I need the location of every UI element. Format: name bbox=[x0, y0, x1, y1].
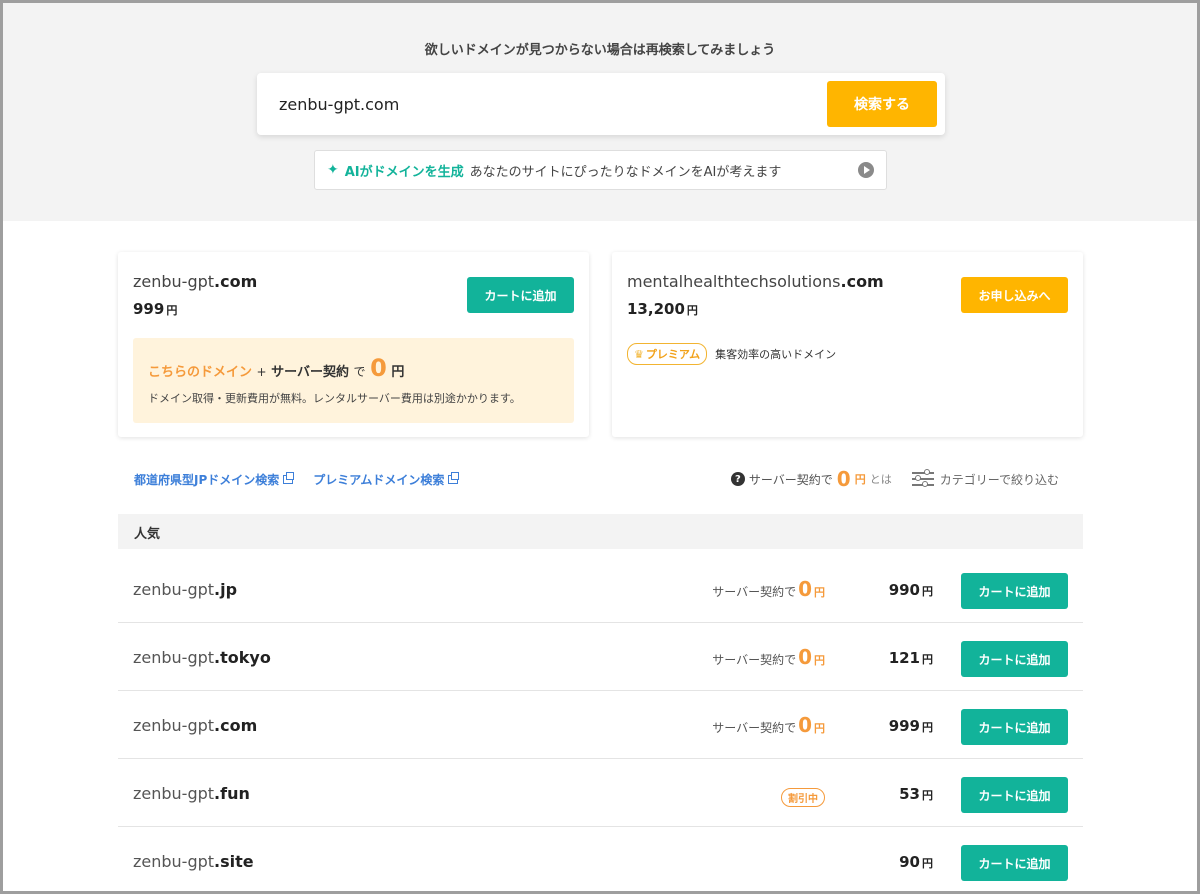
help-server-label: サーバー契約で bbox=[748, 472, 833, 487]
yen-unit: 円 bbox=[166, 304, 178, 317]
card-price: 13,200 円 bbox=[627, 300, 698, 318]
search-heading: 欲しいドメインが見つからない場合は再検索してみましょう bbox=[424, 43, 776, 58]
promo-zero: 0 bbox=[370, 354, 387, 382]
price-value: 999 bbox=[133, 300, 165, 318]
premium-info: ♛ プレミアム 集客効率の高いドメイン bbox=[627, 343, 836, 365]
price-value: 13,200 bbox=[627, 300, 685, 318]
play-circle-icon bbox=[858, 162, 874, 178]
premium-domain-search-link[interactable]: プレミアムドメイン検索 bbox=[313, 471, 460, 488]
domain-row: zenbu-gpt.fun 割引中 53 円 カートに追加 bbox=[118, 759, 1083, 827]
domain-row: zenbu-gpt.com サーバー契約で 0 円 999 円 カートに追加 bbox=[118, 691, 1083, 759]
promo-note: ドメイン取得・更新費用が無料。レンタルサーバー費用は別途かかります。 bbox=[148, 392, 521, 405]
apply-button[interactable]: お申し込みへ bbox=[961, 277, 1068, 313]
domain-row: zenbu-gpt.tokyo サーバー契約で 0 円 121 円 カートに追加 bbox=[118, 623, 1083, 691]
row-price: 990 円 bbox=[888, 581, 933, 599]
add-to-cart-button[interactable]: カートに追加 bbox=[961, 845, 1068, 881]
jp-domain-search-label: 都道府県型JPドメイン検索 bbox=[134, 473, 280, 487]
premium-description: 集客効率の高いドメイン bbox=[715, 348, 837, 361]
premium-badge-label: プレミアム bbox=[645, 348, 701, 361]
page-frame: 欲しいドメインが見つからない場合は再検索してみましょう 検索する ✦ AIがドメ… bbox=[0, 0, 1200, 894]
domain-sld: zenbu-gpt bbox=[133, 272, 215, 291]
add-to-cart-button[interactable]: カートに追加 bbox=[961, 777, 1068, 813]
row-price: 121 円 bbox=[888, 649, 933, 667]
premium-domain-search-label: プレミアムドメイン検索 bbox=[313, 473, 445, 487]
add-to-cart-button[interactable]: カートに追加 bbox=[961, 709, 1068, 745]
search-links: 都道府県型JPドメイン検索 プレミアムドメイン検索 bbox=[134, 471, 460, 488]
ai-generate-label: AIがドメインを生成 bbox=[344, 164, 464, 180]
sparkle-icon: ✦ bbox=[327, 162, 339, 178]
row-domain-name: zenbu-gpt.site bbox=[133, 852, 254, 871]
row-server-zero: サーバー契約で 0 円 bbox=[712, 577, 825, 601]
domain-result-list: zenbu-gpt.jp サーバー契約で 0 円 990 円 カートに追加 zenbu… bbox=[118, 555, 1083, 891]
add-to-cart-button[interactable]: カートに追加 bbox=[961, 573, 1068, 609]
sliders-icon bbox=[911, 469, 934, 489]
row-domain-name: zenbu-gpt.tokyo bbox=[133, 648, 271, 667]
domain-tld: .com bbox=[840, 272, 884, 291]
row-price: 53 円 bbox=[899, 785, 933, 803]
row-price: 90 円 bbox=[899, 853, 933, 871]
help-zero: 0 bbox=[836, 467, 851, 491]
domain-row: zenbu-gpt.jp サーバー契約で 0 円 990 円 カートに追加 bbox=[118, 555, 1083, 623]
promo-headline: こちらのドメイン + サーバー契約 で 0 円 bbox=[148, 354, 404, 382]
card-price: 999 円 bbox=[133, 300, 177, 318]
premium-badge: ♛ プレミアム bbox=[627, 343, 708, 365]
server-zero-help-link[interactable]: ? サーバー契約で 0 円 とは bbox=[730, 467, 892, 491]
promo-yen: 円 bbox=[391, 365, 405, 380]
help-yen: 円 bbox=[854, 473, 866, 486]
card-domain-name: mentalhealthtechsolutions.com bbox=[627, 272, 884, 291]
external-link-icon bbox=[283, 472, 295, 484]
promo-plus: + bbox=[256, 365, 267, 379]
promo-de: で bbox=[353, 365, 366, 379]
list-tools: ? サーバー契約で 0 円 とは カテゴリーで絞り込む bbox=[730, 467, 1059, 491]
search-hero: 欲しいドメインが見つからない場合は再検索してみましょう 検索する ✦ AIがドメ… bbox=[3, 3, 1197, 221]
ai-generate-description: あなたのサイトにぴったりなドメインをAIが考えます bbox=[469, 164, 782, 180]
category-filter-button[interactable]: カテゴリーで絞り込む bbox=[911, 469, 1059, 489]
row-server-zero: サーバー契約で 0 円 bbox=[712, 645, 825, 669]
add-to-cart-button[interactable]: カートに追加 bbox=[961, 641, 1068, 677]
search-input[interactable] bbox=[279, 89, 799, 119]
domain-sld: mentalhealthtechsolutions bbox=[627, 272, 841, 291]
yen-unit: 円 bbox=[686, 304, 698, 317]
search-button[interactable]: 検索する bbox=[827, 81, 937, 127]
search-box: 検索する bbox=[257, 73, 945, 135]
crown-icon: ♛ bbox=[634, 347, 644, 361]
premium-domain-card: mentalhealthtechsolutions.com 13,200 円 お申… bbox=[612, 252, 1083, 437]
row-domain-name: zenbu-gpt.jp bbox=[133, 580, 238, 599]
help-toha: とは bbox=[869, 473, 892, 486]
searched-domain-card: zenbu-gpt.com 999 円 カートに追加 こちらのドメイン + サーバ… bbox=[118, 252, 589, 437]
external-link-icon bbox=[448, 472, 460, 484]
discount-badge: 割引中 bbox=[781, 788, 825, 807]
row-domain-name: zenbu-gpt.com bbox=[133, 716, 258, 735]
promo-server-text: サーバー契約 bbox=[271, 365, 350, 380]
add-to-cart-button[interactable]: カートに追加 bbox=[467, 277, 574, 313]
domain-tld: .com bbox=[214, 272, 258, 291]
domain-row: zenbu-gpt.site 90 円 カートに追加 bbox=[118, 827, 1083, 891]
server-bundle-promo: こちらのドメイン + サーバー契約 で 0 円 ドメイン取得・更新費用が無料。レ… bbox=[133, 338, 574, 423]
jp-domain-search-link[interactable]: 都道府県型JPドメイン検索 bbox=[134, 471, 295, 488]
card-domain-name: zenbu-gpt.com bbox=[133, 272, 257, 291]
promo-accent-text: こちらのドメイン bbox=[148, 365, 253, 380]
ai-generate-banner[interactable]: ✦ AIがドメインを生成 あなたのサイトにぴったりなドメインをAIが考えます bbox=[314, 150, 887, 190]
row-domain-name: zenbu-gpt.fun bbox=[133, 784, 250, 803]
row-price: 999 円 bbox=[888, 717, 933, 735]
category-filter-label: カテゴリーで絞り込む bbox=[939, 472, 1059, 487]
row-server-zero: サーバー契約で 0 円 bbox=[712, 713, 825, 737]
popular-section-header: 人気 bbox=[118, 514, 1083, 549]
question-icon: ? bbox=[730, 472, 745, 486]
